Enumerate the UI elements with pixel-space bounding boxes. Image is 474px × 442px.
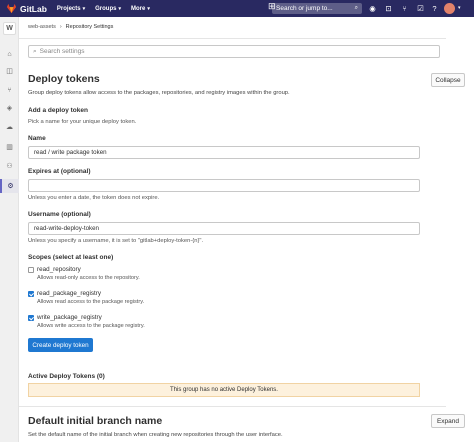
nav-projects-label: Projects (56, 5, 81, 12)
avatar[interactable] (444, 3, 455, 14)
nav-more[interactable]: More ▾ (131, 6, 150, 12)
username-field[interactable]: read-write-deploy-token (28, 222, 420, 235)
sidebar-item-members[interactable]: ⚇ (0, 160, 19, 172)
checkbox-read-repository[interactable] (28, 266, 34, 273)
expand-button[interactable]: Expand (431, 414, 465, 428)
merge-request-icon: ⑂ (7, 86, 12, 94)
default-branch-title: Default initial branch name (28, 415, 163, 427)
username-help: Unless you specify a username, it is set… (28, 238, 204, 244)
nav-groups[interactable]: Groups ▾ (95, 6, 121, 12)
name-label: Name (28, 135, 46, 142)
broadcast-icon[interactable]: ◉ (367, 3, 378, 14)
scope-label: read_repository (37, 266, 81, 273)
add-token-heading: Add a deploy token (28, 107, 88, 114)
username-field-value: read-write-deploy-token (34, 225, 99, 232)
breadcrumb-group[interactable]: web-assets (28, 24, 56, 30)
issues-icon: ◫ (6, 68, 13, 75)
chevron-down-icon: ▾ (118, 5, 121, 12)
search-icon: ⌕ (354, 5, 358, 11)
gear-icon: ⚙ (7, 183, 14, 190)
breadcrumb-separator: › (59, 24, 62, 30)
chevron-down-icon: ▾ (82, 5, 86, 12)
sidebar-item-analytics[interactable]: ▥ (0, 141, 19, 153)
shield-icon: ◈ (6, 105, 13, 112)
deploy-tokens-description: Group deploy tokens allow access to the … (28, 90, 290, 96)
expires-field[interactable] (28, 179, 420, 192)
settings-search-placeholder: Search settings (39, 48, 85, 55)
deploy-tokens-title: Deploy tokens (28, 73, 100, 85)
help-icon[interactable]: ? (429, 3, 440, 14)
merge-request-icon[interactable]: ⑂ (399, 3, 410, 14)
home-icon: ⌂ (7, 50, 12, 58)
scope-help: Allows write access to the package regis… (37, 323, 145, 329)
sidebar-item-merge-requests[interactable]: ⑂ (0, 84, 19, 96)
empty-tokens-message: This group has no active Deploy Tokens. (28, 383, 420, 397)
search-placeholder: Search or jump to... (276, 5, 333, 12)
gitlab-icon (6, 3, 17, 14)
sidebar-item-settings[interactable]: ⚙ (0, 179, 19, 193)
nav-groups-label: Groups (95, 5, 117, 12)
left-sidebar: W ⌂ ◫ ⑂ ◈ ☁ ▥ ⚇ ⚙ (0, 17, 19, 442)
users-icon: ⚇ (6, 163, 13, 170)
sidebar-item-overview[interactable]: ⌂ (0, 48, 19, 60)
checkbox-read-package-registry[interactable] (28, 290, 34, 297)
scope-label: read_package_registry (37, 290, 102, 297)
breadcrumb-current[interactable]: Repository Settings (66, 24, 114, 30)
create-deploy-token-button[interactable]: Create deploy token (28, 338, 93, 352)
divider (19, 38, 446, 39)
sidebar-item-issues[interactable]: ◫ (0, 65, 19, 77)
scope-help: Allows read-only access to the repositor… (37, 275, 140, 281)
name-field[interactable]: read / write package token (28, 146, 420, 159)
breadcrumb: web-assets › Repository Settings (28, 24, 113, 30)
brand-name: GitLab (20, 3, 47, 14)
username-label: Username (optional) (28, 211, 91, 218)
chevron-down-icon[interactable]: ▾ (458, 3, 461, 14)
gitlab-logo[interactable]: GitLab (6, 3, 47, 14)
chart-icon: ▥ (6, 144, 13, 151)
scope-read-package-registry[interactable]: read_package_registry (28, 290, 101, 297)
scope-read-repository[interactable]: read_repository (28, 266, 81, 273)
collapse-button[interactable]: Collapse (431, 73, 465, 87)
default-branch-description: Set the default name of the initial bran… (28, 432, 283, 438)
issues-icon[interactable]: ⊡ (383, 3, 394, 14)
name-field-value: read / write package token (34, 149, 107, 156)
chevron-down-icon: ▾ (147, 5, 150, 12)
sidebar-item-security[interactable]: ◈ (0, 102, 19, 114)
cloud-icon: ☁ (6, 124, 13, 131)
scopes-label: Scopes (select at least one) (28, 254, 114, 261)
checkbox-write-package-registry[interactable] (28, 314, 34, 321)
expires-label: Expires at (optional) (28, 168, 91, 175)
active-tokens-title: Active Deploy Tokens (0) (28, 373, 105, 380)
global-search-input[interactable]: Search or jump to... ⌕ (272, 3, 362, 14)
scope-label: write_package_registry (37, 314, 102, 321)
nav-projects[interactable]: Projects ▾ (57, 6, 85, 12)
todo-icon[interactable]: ☑ (415, 3, 426, 14)
group-avatar[interactable]: W (3, 22, 16, 35)
sidebar-item-kubernetes[interactable]: ☁ (0, 121, 19, 133)
divider (19, 406, 446, 407)
scope-help: Allows read access to the package regist… (37, 299, 145, 305)
expires-help: Unless you enter a date, the token does … (28, 195, 160, 201)
nav-more-label: More (130, 5, 146, 12)
scope-write-package-registry[interactable]: write_package_registry (28, 314, 102, 321)
settings-search-input[interactable]: ⌕ Search settings (28, 45, 440, 58)
search-icon: ⌕ (33, 47, 37, 55)
add-token-description: Pick a name for your unique deploy token… (28, 119, 137, 125)
top-navbar: GitLab Projects ▾ Groups ▾ More ▾ ⊞ Search … (0, 0, 474, 17)
